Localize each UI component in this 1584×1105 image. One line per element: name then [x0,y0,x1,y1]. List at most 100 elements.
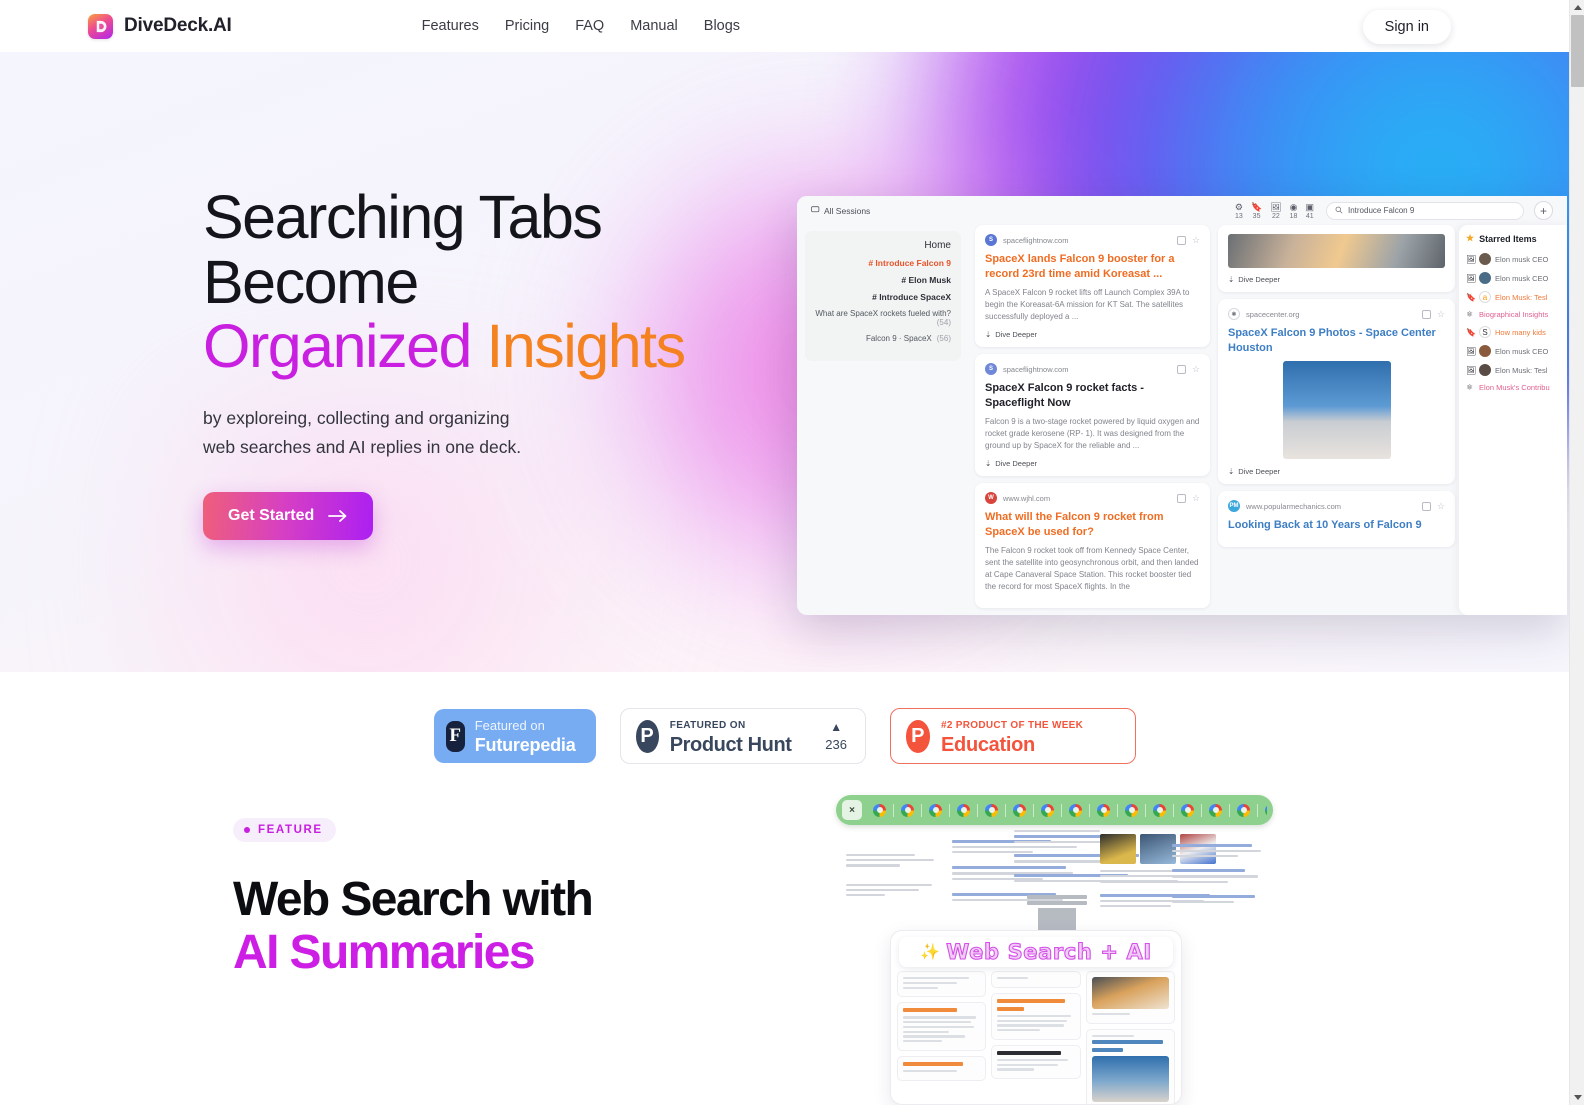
chrome-tab-icon[interactable] [1153,803,1166,817]
close-icon[interactable]: × [842,800,862,820]
hero-subtitle-line-2: web searches and AI replies in one deck. [203,436,522,457]
dive-deeper-button[interactable]: ⇣ Dive Deeper [1228,275,1445,284]
starred-item[interactable]: ⚛ Elon Musk's Contribu [1466,383,1560,392]
starred-item[interactable]: 🖼 Elon musk CEO [1466,345,1560,357]
result-title[interactable]: What will the Falcon 9 rocket from Space… [985,510,1200,539]
chrome-tab-icon[interactable] [1069,803,1082,817]
open-external-icon[interactable] [1421,309,1431,319]
starred-item[interactable]: 🖼 Elon Musk: Tesl [1466,364,1560,376]
dive-deeper-button[interactable]: ⇣ Dive Deeper [1228,467,1445,476]
open-external-icon[interactable] [1176,493,1186,503]
star-icon[interactable]: ☆ [1192,364,1200,375]
app-screenshot-mockup: All Sessions ⚙ 13 🔖 35 🖼 22 ◉ 18 ▣ 41 Introd [797,196,1567,615]
hero-subtitle: by exploreing, collecting and organizing… [203,404,521,462]
result-card[interactable]: S spaceflightnow.com ☆ SpaceX Falcon 9 r… [975,354,1210,477]
mockup-toolbar: All Sessions ⚙ 13 🔖 35 🖼 22 ◉ 18 ▣ 41 Introd [797,196,1567,225]
counter-gear[interactable]: ⚙ 13 [1235,202,1243,220]
brand-logo-link[interactable]: DiveDeck.AI [88,13,232,39]
chrome-tab-icon[interactable] [901,803,914,817]
tab-separator [1033,803,1034,817]
counter-bookmark[interactable]: 🔖 35 [1251,202,1262,220]
open-external-icon[interactable] [1176,235,1186,245]
all-sessions-label: All Sessions [824,205,871,216]
result-title[interactable]: SpaceX Falcon 9 Photos - Space Center Ho… [1228,326,1445,355]
nav-item-blogs[interactable]: Blogs [704,18,740,34]
product-hunt-upvote[interactable]: ▲ 236 [823,718,850,754]
result-domain: spacecenter.org [1246,309,1300,319]
mockup-add-button[interactable]: + [1534,201,1553,220]
outline-heading-1[interactable]: # Introduce Falcon 9 [815,258,951,268]
result-card[interactable]: W www.wjhl.com ☆ What will the Falcon 9 … [975,483,1210,609]
sign-in-button[interactable]: Sign in [1362,10,1451,44]
counter-globe[interactable]: ◉ 18 [1290,202,1298,220]
nav-item-manual[interactable]: Manual [630,18,678,34]
result-title[interactable]: SpaceX lands Falcon 9 booster for a reco… [985,252,1200,281]
starred-item-label: Elon musk CEO [1495,346,1549,356]
result-snippet: A SpaceX Falcon 9 rocket lifts off Launc… [985,288,1190,322]
chrome-tab-icon[interactable] [1237,803,1250,817]
mockup-search-input[interactable]: Introduce Falcon 9 [1326,201,1524,220]
get-started-button[interactable]: Get Started [203,492,374,540]
tab-separator [893,803,894,817]
outline-question-1[interactable]: What are SpaceX rockets fueled with?(54) [815,309,951,327]
dive-deeper-button[interactable]: ⇣ Dive Deeper [985,459,1200,468]
result-title[interactable]: Looking Back at 10 Years of Falcon 9 [1228,518,1445,533]
starred-item[interactable]: 🖼 Elon musk CEO [1466,272,1560,284]
open-external-icon[interactable] [1421,501,1431,511]
chrome-tab-icon[interactable] [1041,803,1054,817]
all-sessions-button[interactable]: All Sessions [811,205,870,216]
futurepedia-badge[interactable]: F Featured on Futurepedia [433,709,596,763]
chrome-tab-icon[interactable] [873,803,886,817]
star-icon[interactable]: ☆ [1192,493,1200,504]
mini-result-card [1085,971,1175,1024]
nav-item-faq[interactable]: FAQ [575,18,604,34]
counter-image[interactable]: 🖼 22 [1270,202,1281,220]
result-title[interactable]: SpaceX Falcon 9 rocket facts - Spaceflig… [985,381,1200,410]
chrome-tab-icon[interactable] [929,803,942,817]
page-scrollbar[interactable] [1569,0,1584,1105]
outline-home[interactable]: Home [815,240,951,251]
chrome-tab-icon[interactable] [1265,803,1267,817]
result-card[interactable]: PM www.popularmechanics.com ☆ Looking Ba… [1218,491,1455,547]
chrome-tab-icon[interactable] [1013,803,1026,817]
chrome-tab-icon[interactable] [1209,803,1222,817]
star-icon[interactable]: ☆ [1192,235,1200,246]
scrollbar-up-arrow[interactable] [1570,0,1584,15]
scrollbar-down-arrow[interactable] [1570,1090,1584,1105]
open-external-icon[interactable] [1176,364,1186,374]
mini-result-card [897,971,987,998]
dive-deeper-button[interactable]: ⇣ Dive Deeper [985,330,1200,339]
result-snippet: The Falcon 9 rocket took off from Kenned… [985,546,1199,592]
outline-question-2[interactable]: Falcon 9 · SpaceX (56) [815,334,951,343]
star-icon[interactable]: ☆ [1437,501,1445,512]
chrome-tab-icon[interactable] [1125,803,1138,817]
avatar [1479,364,1491,376]
outline-heading-3[interactable]: # Introduce SpaceX [815,292,951,302]
scrollbar-thumb[interactable] [1571,15,1584,87]
product-hunt-badge[interactable]: P FEATURED ON Product Hunt ▲ 236 [619,708,866,764]
site-header: DiveDeck.AI Features Pricing FAQ Manual … [0,0,1569,52]
result-card[interactable]: ⇣ Dive Deeper [1218,225,1455,292]
result-card[interactable]: ⚛ spacecenter.org ☆ SpaceX Falcon 9 Phot… [1218,299,1455,485]
chrome-tab-icon[interactable] [957,803,970,817]
starred-item[interactable]: 🔖 a Elon Musk: Tesl [1466,291,1560,303]
bookmark-icon: 🔖 [1466,292,1476,302]
starred-item[interactable]: ⚛ Biographical Insights [1466,310,1560,319]
chrome-tab-icon[interactable] [1181,803,1194,817]
result-card[interactable]: S spaceflightnow.com ☆ SpaceX lands Falc… [975,225,1210,348]
outline-heading-2[interactable]: # Elon Musk [815,275,951,285]
star-icon[interactable]: ☆ [1437,309,1445,320]
nav-item-features[interactable]: Features [422,18,479,34]
counter-card[interactable]: ▣ 41 [1305,202,1314,220]
chrome-tab-icon[interactable] [1097,803,1110,817]
mockup-counters: ⚙ 13 🔖 35 🖼 22 ◉ 18 ▣ 41 [1235,202,1314,220]
education-award-badge[interactable]: P #2 PRODUCT OF THE WEEK Education [889,708,1136,764]
starred-item[interactable]: 🔖 S How many kids [1466,326,1560,338]
mini-result-card [897,1002,987,1052]
mini-result-card [1085,1028,1175,1104]
chrome-tab-icon[interactable] [985,803,998,817]
nav-item-pricing[interactable]: Pricing [505,18,549,34]
sessions-icon [811,205,820,216]
starred-item-label: Elon musk CEO [1495,254,1549,264]
starred-item[interactable]: 🖼 Elon musk CEO [1466,253,1560,265]
